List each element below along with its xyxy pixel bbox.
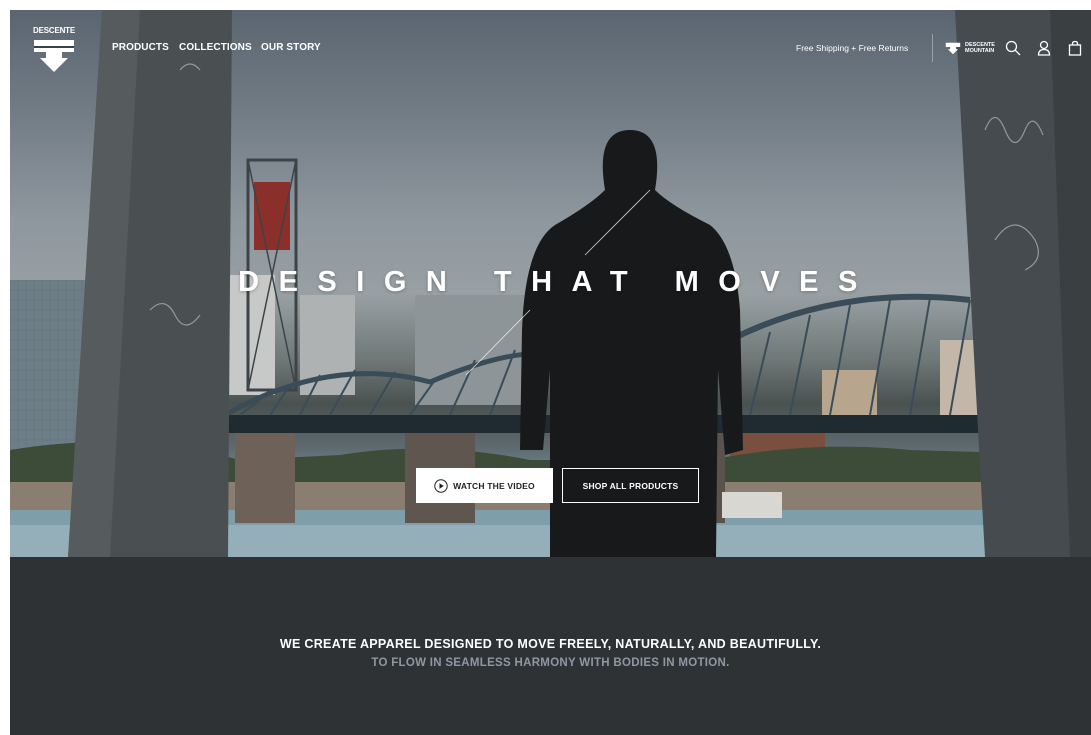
descente-arrow-logo-icon (34, 40, 74, 72)
mission-statement: WE CREATE APPAREL DESIGNED TO MOVE FREEL… (10, 557, 1091, 735)
nav-collections[interactable]: COLLECTIONS (179, 42, 252, 54)
mission-line-2: TO FLOW IN SEAMLESS HARMONY WITH BODIES … (371, 657, 730, 669)
account-icon[interactable] (1036, 40, 1052, 56)
hero-headline: DESIGN THAT MOVES (238, 266, 877, 298)
logo-wordmark: DESCENTE (33, 26, 75, 35)
play-icon (434, 478, 448, 493)
hero-banner: DESCENTE PRODUCTS COLLECTIONS OUR STORY … (10, 10, 1091, 557)
nav-divider (932, 34, 933, 62)
nav-products[interactable]: PRODUCTS (112, 42, 169, 54)
page: DESCENTE PRODUCTS COLLECTIONS OUR STORY … (10, 10, 1091, 735)
descente-logo[interactable]: DESCENTE (30, 26, 78, 78)
shopping-bag-icon[interactable] (1067, 40, 1083, 56)
descente-mountain-link[interactable]: DESCENTE MOUNTAIN (945, 40, 995, 56)
search-icon[interactable] (1005, 40, 1021, 56)
mountain-label-line-2: MOUNTAIN (965, 48, 995, 54)
shipping-promo[interactable]: Free Shipping + Free Returns (796, 43, 908, 53)
nav-our-story[interactable]: OUR STORY (261, 42, 321, 54)
shop-all-products-label: SHOP ALL PRODUCTS (582, 480, 679, 491)
watch-video-label: WATCH THE VIDEO (453, 480, 535, 491)
shop-all-products-button[interactable]: SHOP ALL PRODUCTS (562, 468, 699, 503)
descente-mountain-logo-icon (945, 42, 961, 54)
mission-line-1: WE CREATE APPAREL DESIGNED TO MOVE FREEL… (279, 637, 822, 651)
mountain-label: DESCENTE MOUNTAIN (965, 42, 995, 54)
watch-video-button[interactable]: WATCH THE VIDEO (416, 468, 553, 503)
